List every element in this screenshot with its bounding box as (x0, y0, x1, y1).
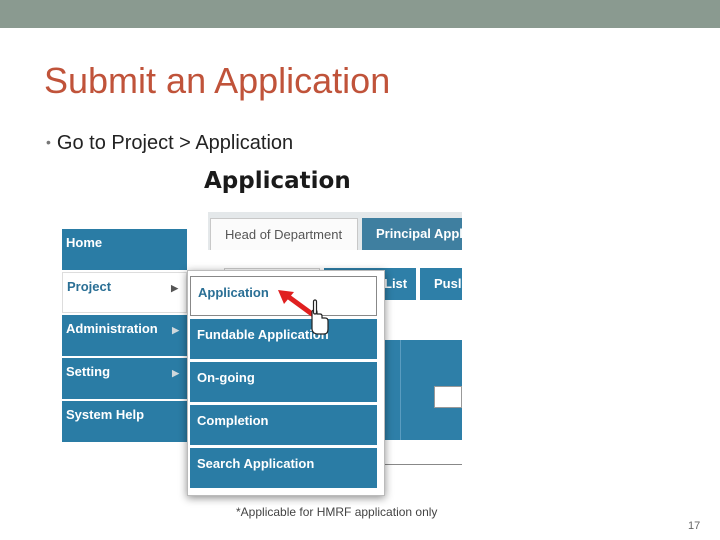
chevron-right-icon: ▶ (172, 325, 179, 335)
hand-cursor-icon (311, 299, 329, 335)
nav-item-project[interactable]: Project ▶ (62, 272, 187, 313)
screenshot-heading: Application (204, 168, 351, 194)
subtab-push[interactable]: Pusl (420, 268, 462, 300)
slide-title: Submit an Application (44, 60, 391, 101)
nav-item-home[interactable]: Home (62, 229, 187, 270)
nav-item-label: Setting (66, 364, 111, 379)
nav-item-label: Home (66, 235, 103, 250)
chevron-right-icon: ▶ (172, 368, 179, 378)
bullet-text: Go to Project > Application (56, 132, 294, 154)
pointer-annotation (276, 286, 332, 336)
tab-principal-applicant[interactable]: Principal Appl (362, 218, 462, 250)
menu-item-on-going[interactable]: On-going (190, 362, 377, 402)
chevron-right-icon: ▶ (171, 283, 178, 293)
slide-top-bar (0, 0, 720, 28)
menu-item-completion[interactable]: Completion (190, 405, 377, 445)
content-input[interactable] (434, 386, 462, 408)
nav-item-label: Administration (66, 321, 158, 336)
nav-item-label: Project (67, 279, 112, 294)
nav-item-administration[interactable]: Administration ▶ (62, 315, 187, 356)
bullet-dot: • (46, 134, 51, 150)
content-divider (400, 340, 401, 440)
footnote: *Applicable for HMRF application only (236, 505, 438, 519)
slide-bullet: • Go to Project > Application (46, 132, 293, 155)
nav-item-system-help[interactable]: System Help (62, 401, 187, 442)
tab-head-of-department[interactable]: Head of Department (210, 218, 358, 250)
menu-item-search-application[interactable]: Search Application (190, 448, 377, 488)
content-bottom-border (376, 464, 462, 465)
page-number: 17 (688, 520, 701, 532)
red-arrow-icon (278, 290, 329, 335)
nav-item-setting[interactable]: Setting ▶ (62, 358, 187, 399)
nav-item-label: System Help (66, 407, 145, 422)
